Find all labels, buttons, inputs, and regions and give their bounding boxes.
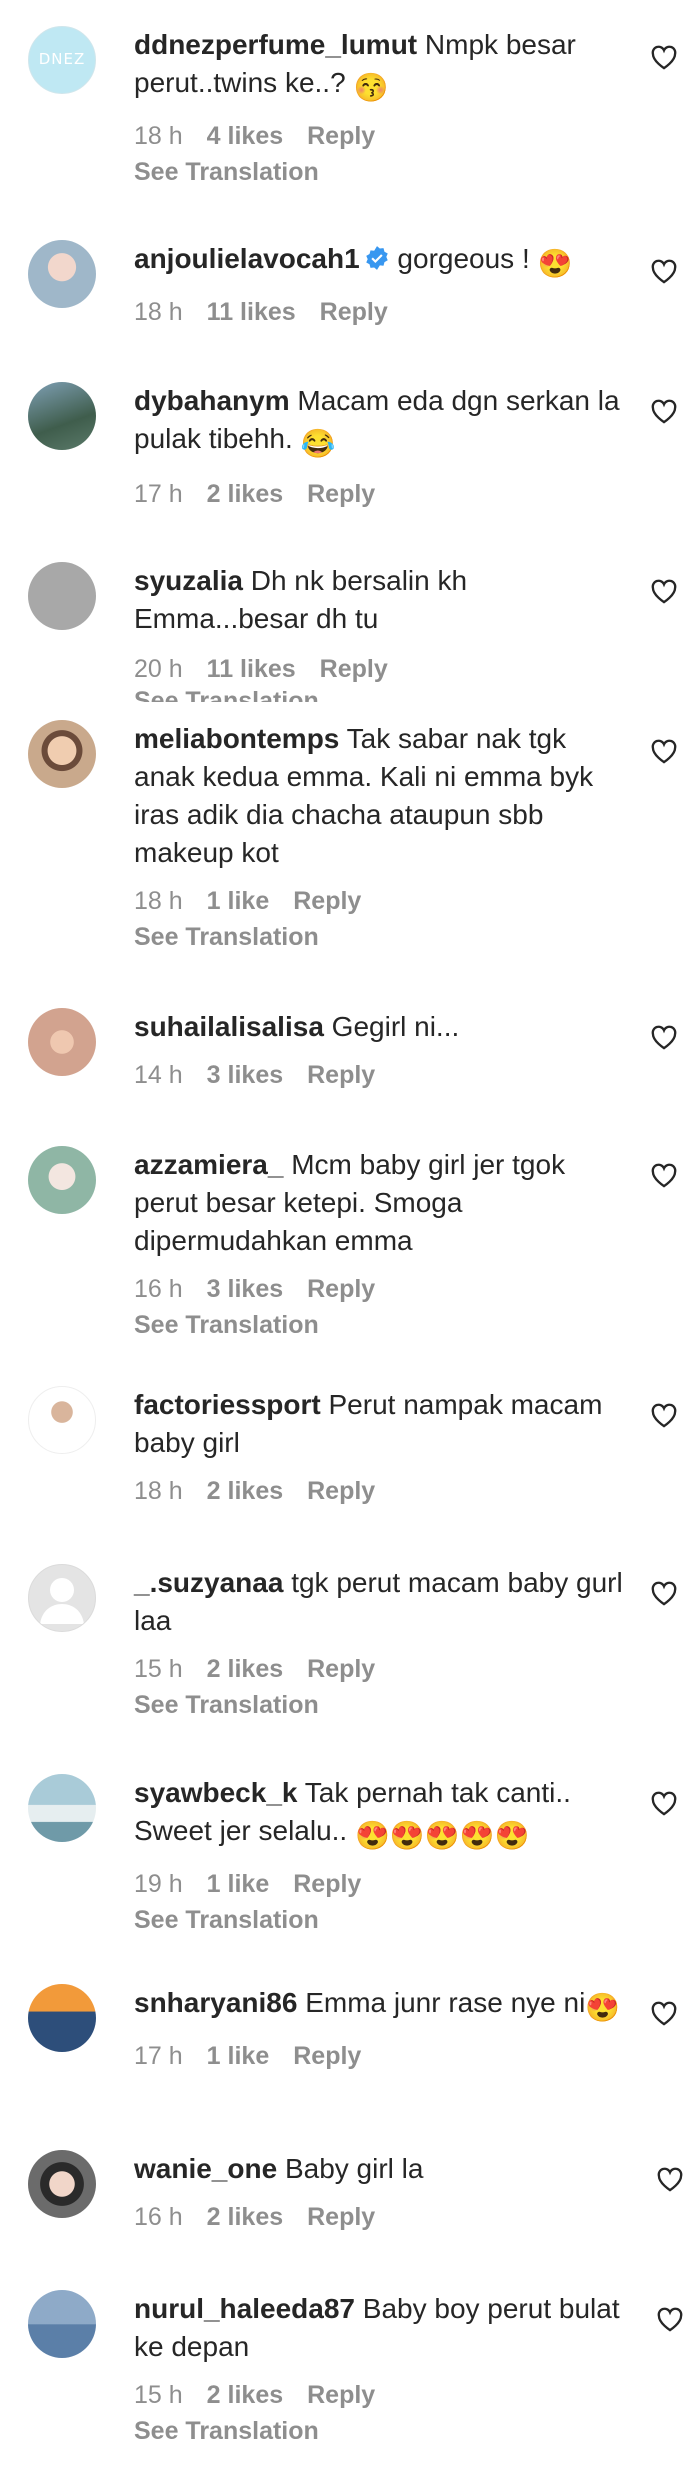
reply-button[interactable]: Reply <box>307 122 375 150</box>
avatar[interactable]: DNEZ <box>28 26 96 94</box>
heart-outline-icon[interactable] <box>650 1790 678 1816</box>
comment-username[interactable]: meliabontemps <box>134 723 339 754</box>
see-translation-link[interactable]: See Translation <box>134 1905 634 1935</box>
comment-likes[interactable]: 1 like <box>207 1870 270 1898</box>
comment-likes[interactable]: 1 like <box>207 2042 270 2070</box>
comment-username[interactable]: suhailalisalisa <box>134 1011 324 1042</box>
avatar[interactable] <box>28 382 96 450</box>
heart-outline-icon[interactable] <box>650 1162 678 1188</box>
reply-button[interactable]: Reply <box>307 480 375 508</box>
avatar-logo-text: DNEZ <box>38 50 86 68</box>
see-translation-link[interactable]: See Translation <box>134 922 634 952</box>
default-avatar-icon <box>40 1578 84 1624</box>
heart-outline-icon[interactable] <box>656 2306 684 2332</box>
see-translation-link[interactable]: See Translation <box>134 2416 634 2446</box>
comment-likes[interactable]: 11 likes <box>207 298 296 326</box>
avatar[interactable] <box>28 240 96 308</box>
avatar[interactable] <box>28 1146 96 1214</box>
heart-outline-icon[interactable] <box>650 398 678 424</box>
comment-username[interactable]: azzamiera_ <box>134 1149 283 1180</box>
comment-emoji: 😍 <box>537 248 573 279</box>
avatar[interactable] <box>28 1774 96 1842</box>
comment-username[interactable]: anjoulielavocah1 <box>134 243 360 274</box>
heart-outline-icon[interactable] <box>650 738 678 764</box>
heart-outline-icon[interactable] <box>650 2000 678 2026</box>
avatar[interactable] <box>28 2150 96 2218</box>
comment-time: 17 h <box>134 480 183 508</box>
comment-likes[interactable]: 2 likes <box>207 2203 283 2231</box>
comment-time: 15 h <box>134 1655 183 1683</box>
see-translation-link[interactable]: See Translation <box>134 1310 634 1340</box>
comment-time: 18 h <box>134 887 183 915</box>
comment-time: 15 h <box>134 2381 183 2409</box>
comment-likes[interactable]: 3 likes <box>207 1061 283 1089</box>
comment-username[interactable]: _.suzyanaa <box>134 1567 283 1598</box>
comment-username[interactable]: factoriessport <box>134 1389 321 1420</box>
heart-outline-icon[interactable] <box>650 258 678 284</box>
heart-outline-icon[interactable] <box>650 1024 678 1050</box>
reply-button[interactable]: Reply <box>293 887 361 915</box>
heart-outline-icon[interactable] <box>650 1580 678 1606</box>
heart-outline-icon[interactable] <box>656 2166 684 2192</box>
comment-username[interactable]: wanie_one <box>134 2153 277 2184</box>
heart-outline-icon[interactable] <box>650 578 678 604</box>
comment-emoji: 😍😍😍😍😍 <box>355 1820 530 1851</box>
reply-button[interactable]: Reply <box>307 1477 375 1505</box>
comment-likes[interactable]: 2 likes <box>207 1477 283 1505</box>
comment-emoji: 😂 <box>300 428 336 459</box>
heart-outline-icon[interactable] <box>650 44 678 70</box>
avatar[interactable] <box>28 2290 96 2358</box>
comment-text: Emma junr rase nye ni <box>305 1987 586 2018</box>
comment-time: 17 h <box>134 2042 183 2070</box>
comment-likes[interactable]: 2 likes <box>207 2381 283 2409</box>
comment-time: 19 h <box>134 1870 183 1898</box>
avatar[interactable] <box>28 1008 96 1076</box>
reply-button[interactable]: Reply <box>307 1655 375 1683</box>
comment-time: 18 h <box>134 1477 183 1505</box>
comment-username[interactable]: nurul_haleeda87 <box>134 2293 355 2324</box>
reply-button[interactable]: Reply <box>307 1275 375 1303</box>
avatar[interactable] <box>28 720 96 788</box>
comment-time: 18 h <box>134 298 183 326</box>
comment-likes[interactable]: 2 likes <box>207 480 283 508</box>
reply-button[interactable]: Reply <box>307 1061 375 1089</box>
comment-likes[interactable]: 2 likes <box>207 1655 283 1683</box>
comment-username[interactable]: ddnezperfume_lumut <box>134 29 417 60</box>
comment-emoji: 😍 <box>585 1992 621 2023</box>
comment-time: 16 h <box>134 1275 183 1303</box>
avatar[interactable] <box>28 1984 96 2052</box>
avatar[interactable] <box>28 1386 96 1454</box>
reply-button[interactable]: Reply <box>293 1870 361 1898</box>
comment-likes[interactable]: 1 like <box>207 887 270 915</box>
reply-button[interactable]: Reply <box>320 655 388 683</box>
reply-button[interactable]: Reply <box>293 2042 361 2070</box>
comment-username[interactable]: snharyani86 <box>134 1987 297 2018</box>
comment-time: 16 h <box>134 2203 183 2231</box>
verified-badge-icon <box>365 246 388 270</box>
comment-time: 14 h <box>134 1061 183 1089</box>
see-translation-link[interactable]: See Translation <box>134 157 634 187</box>
comment-emoji: 😚 <box>353 72 389 103</box>
comment-time: 20 h <box>134 655 183 683</box>
comment-text: Gegirl ni... <box>331 1011 460 1042</box>
avatar[interactable] <box>28 562 96 630</box>
comment-username[interactable]: syawbeck_k <box>134 1777 297 1808</box>
comment-text: gorgeous ! <box>397 243 530 274</box>
see-translation-link-clipped[interactable]: See Translation <box>134 686 434 702</box>
reply-button[interactable]: Reply <box>320 298 388 326</box>
comment-username[interactable]: dybahanym <box>134 385 290 416</box>
avatar[interactable] <box>28 1564 96 1632</box>
reply-button[interactable]: Reply <box>307 2381 375 2409</box>
comment-username[interactable]: syuzalia <box>134 565 243 596</box>
reply-button[interactable]: Reply <box>307 2203 375 2231</box>
see-translation-link[interactable]: See Translation <box>134 1690 634 1720</box>
comment-likes[interactable]: 11 likes <box>207 655 296 683</box>
comment-text: Baby girl la <box>284 2153 424 2184</box>
heart-outline-icon[interactable] <box>650 1402 678 1428</box>
comment-likes[interactable]: 3 likes <box>207 1275 283 1303</box>
comment-time: 18 h <box>134 122 183 150</box>
comment-likes[interactable]: 4 likes <box>207 122 283 150</box>
